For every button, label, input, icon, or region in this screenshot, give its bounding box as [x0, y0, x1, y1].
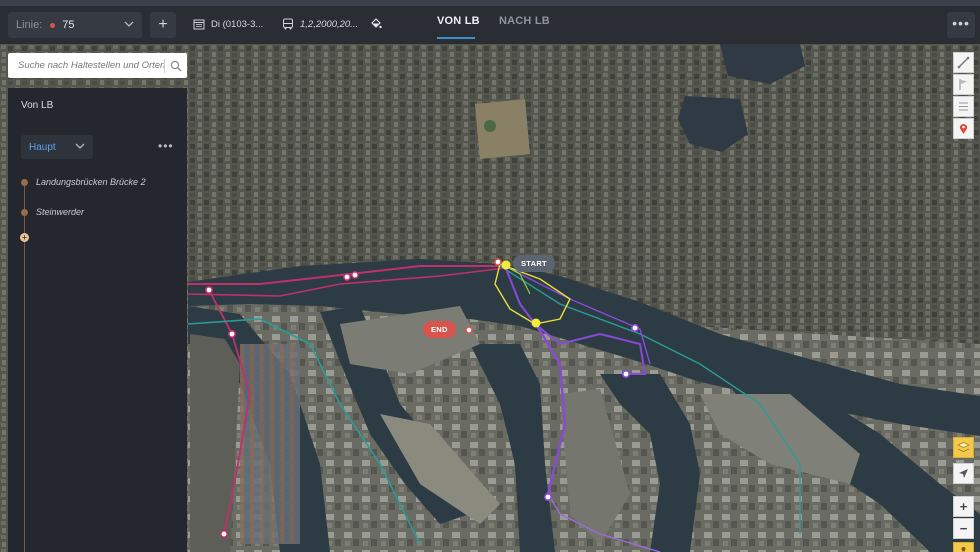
measure-button[interactable]	[953, 52, 974, 73]
layers-button[interactable]	[953, 437, 974, 458]
zoom-out-button[interactable]: −	[953, 518, 974, 539]
toolbar: Linie: 75 + Di (0103-3... 1,2,2000,20...…	[0, 6, 980, 44]
app-root: Linie: 75 + Di (0103-3... 1,2,2000,20...…	[0, 0, 980, 552]
vehicles-text: 1,2,2000,20...	[300, 18, 359, 30]
flag-button[interactable]	[953, 74, 974, 95]
bus-icon	[283, 18, 293, 30]
route-variant-select[interactable]: Haupt	[21, 135, 93, 159]
stop-dot	[21, 178, 28, 186]
stop-item[interactable]: Landungsbrücken Brücke 2	[21, 177, 146, 187]
map-pin-icon	[959, 124, 968, 134]
ruler-icon	[957, 56, 970, 69]
person-icon	[961, 547, 966, 552]
street-view-button[interactable]	[953, 542, 974, 552]
stop-name: Steinwerder	[36, 207, 85, 217]
line-value: 75	[62, 19, 75, 31]
calendar-icon	[193, 19, 205, 30]
color-fill-button[interactable]	[370, 18, 388, 30]
chevron-down-icon	[124, 19, 134, 32]
legend-button[interactable]	[953, 96, 974, 117]
route-variant-value: Haupt	[29, 141, 56, 153]
navigation-arrow-icon	[959, 469, 968, 478]
chevron-down-icon	[75, 141, 85, 153]
panel-more-button[interactable]: •••	[158, 139, 174, 153]
more-menu-button[interactable]: •••	[947, 12, 975, 38]
line-selector[interactable]: Linie: 75	[8, 12, 142, 38]
line-label: Linie:	[16, 19, 43, 31]
search-input[interactable]	[8, 53, 164, 78]
route-panel: Von LB Haupt ••• Landungsbrücken Brücke …	[8, 88, 187, 552]
stop-name: Landungsbrücken Brücke 2	[36, 177, 146, 187]
active-tab-indicator	[437, 37, 475, 39]
panel-title: Von LB	[21, 100, 54, 111]
tab-nach-lb[interactable]: NACH LB	[499, 15, 550, 27]
search-icon[interactable]	[165, 53, 187, 78]
line-color-dot	[50, 22, 56, 28]
tab-von-lb[interactable]: VON LB	[437, 15, 480, 27]
stop-dot	[21, 208, 28, 216]
locate-me-button[interactable]	[953, 463, 974, 484]
layers-icon	[957, 442, 970, 452]
location-pin-button[interactable]	[953, 118, 974, 139]
schedule-text: Di (0103-3...	[211, 18, 264, 30]
start-marker-label[interactable]: START	[513, 255, 555, 272]
search-bar	[8, 53, 187, 78]
legend-icon	[959, 102, 968, 111]
schedule-picker[interactable]: Di (0103-3...	[193, 18, 263, 30]
stop-item[interactable]: Steinwerder	[21, 207, 84, 217]
add-line-button[interactable]: +	[150, 12, 176, 38]
add-stop-button[interactable]: +	[20, 233, 29, 242]
end-marker-label[interactable]: END	[423, 321, 456, 338]
zoom-in-button[interactable]: +	[953, 496, 974, 517]
vehicle-picker[interactable]: 1,2,2000,20...	[282, 18, 358, 30]
flag-icon	[959, 79, 967, 90]
paint-bucket-icon	[371, 18, 382, 29]
